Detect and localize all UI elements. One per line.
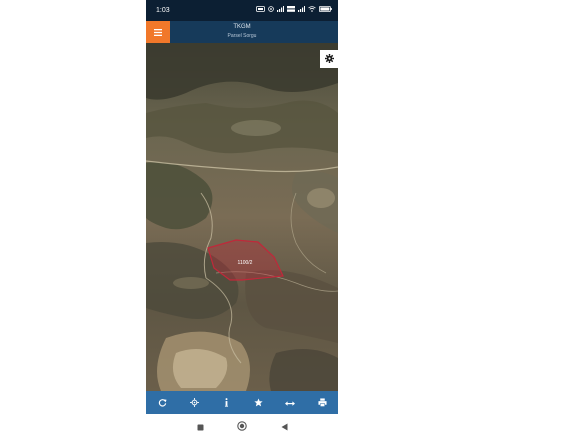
wifi-icon <box>308 6 316 12</box>
status-icons <box>256 6 332 12</box>
measure-button[interactable] <box>278 391 302 414</box>
app-header: TKGM Parsel Sorgu <box>146 21 338 43</box>
home-button[interactable] <box>236 418 248 436</box>
whatsapp-icon <box>268 6 274 12</box>
gear-icon <box>324 50 334 68</box>
crosshair-icon <box>189 394 199 412</box>
locate-button[interactable] <box>182 391 206 414</box>
refresh-icon <box>158 394 167 412</box>
status-bar: 1:03 <box>146 0 338 21</box>
home-circle-icon <box>237 418 247 436</box>
back-button[interactable] <box>278 421 290 433</box>
satellite-map[interactable]: 1100/2 <box>146 43 338 391</box>
recents-square-icon <box>197 418 204 436</box>
battery-icon <box>319 6 332 12</box>
app-subtitle: Parsel Sorgu <box>227 33 257 39</box>
refresh-button[interactable] <box>150 391 174 414</box>
star-icon <box>253 394 263 412</box>
info-button[interactable] <box>214 391 238 414</box>
status-time: 1:03 <box>156 7 170 14</box>
recents-button[interactable] <box>194 421 206 433</box>
bottom-toolbar <box>146 391 338 414</box>
favorites-button[interactable] <box>246 391 270 414</box>
system-nav-bar <box>146 414 338 439</box>
sim-card-icon <box>256 6 265 12</box>
parcel-label: 1100/2 <box>238 260 253 266</box>
signal-icon <box>298 6 305 12</box>
info-icon <box>224 394 229 412</box>
volte-icon <box>287 6 295 12</box>
arrows-horizontal-icon <box>285 394 295 412</box>
app-title: TKGM <box>233 24 251 30</box>
print-icon <box>317 394 327 412</box>
phone-screen: 1:03 TKGM Parsel Sorgu 1100/2 <box>146 0 338 439</box>
settings-button[interactable] <box>320 50 338 68</box>
signal-icon <box>277 6 284 12</box>
back-triangle-icon <box>281 418 288 436</box>
print-button[interactable] <box>310 391 334 414</box>
